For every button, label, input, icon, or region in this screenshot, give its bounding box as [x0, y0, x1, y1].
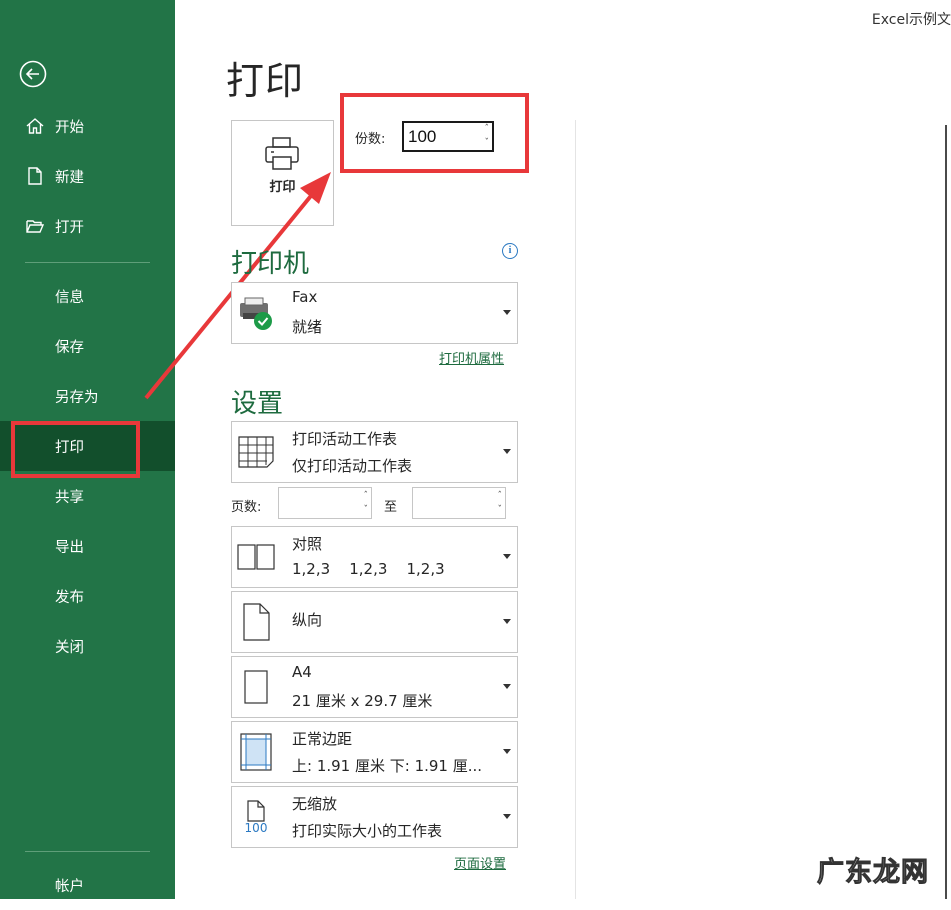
chevron-up-icon[interactable]: ˆ: [364, 492, 369, 501]
nav-close-label: 关闭: [55, 639, 84, 656]
chevron-up-icon[interactable]: ˆ: [498, 492, 503, 501]
printer-status: 就绪: [292, 318, 323, 336]
margins-label: 正常边距: [292, 730, 353, 748]
collation-dropdown[interactable]: 对照 1,2,3 1,2,3 1,2,3: [231, 526, 518, 588]
scaling-icon: 100: [236, 797, 276, 837]
copies-stepper[interactable]: ˆ ˇ: [402, 121, 494, 152]
printer-icon: [265, 137, 299, 170]
pages-label: 页数:: [231, 500, 262, 515]
back-button[interactable]: [18, 59, 48, 89]
nav-save-as[interactable]: 另存为: [0, 371, 175, 421]
nav-new[interactable]: 新建: [0, 151, 175, 201]
nav-save-as-label: 另存为: [55, 389, 99, 406]
orientation-label: 纵向: [292, 611, 323, 629]
print-what-desc: 仅打印活动工作表: [292, 457, 413, 475]
chevron-down-icon[interactable]: ˇ: [364, 506, 369, 515]
pages-to-stepper[interactable]: ˆ ˇ: [412, 487, 506, 519]
nav-publish-label: 发布: [55, 589, 84, 606]
sidebar-divider-bottom: [25, 851, 150, 852]
nav-info[interactable]: 信息: [0, 271, 175, 321]
printer-properties-link[interactable]: 打印机属性: [439, 348, 504, 367]
chevron-down-icon: [503, 554, 511, 559]
nav-save-label: 保存: [55, 339, 84, 356]
sheet-grid-icon: [236, 432, 276, 472]
pages-to-input[interactable]: [417, 494, 491, 514]
nav-save[interactable]: 保存: [0, 321, 175, 371]
print-what-dropdown[interactable]: 打印活动工作表 仅打印活动工作表: [231, 421, 518, 483]
nav-home[interactable]: 开始: [0, 101, 175, 151]
info-icon[interactable]: i: [502, 243, 518, 259]
nav-export[interactable]: 导出: [0, 521, 175, 571]
window-title: Excel示例文: [871, 12, 951, 28]
scaling-icon-text: 100: [244, 820, 268, 835]
printer-dropdown[interactable]: Fax 就绪: [231, 282, 518, 344]
nav-print[interactable]: 打印: [0, 421, 175, 471]
chevron-up-icon[interactable]: ˆ: [485, 125, 490, 134]
printer-heading: 打印机: [231, 249, 310, 279]
nav-info-label: 信息: [55, 289, 84, 306]
nav-new-label: 新建: [55, 169, 84, 186]
chevron-down-icon[interactable]: ˇ: [485, 139, 490, 148]
nav-export-label: 导出: [55, 539, 84, 556]
chevron-down-icon: [503, 814, 511, 819]
paper-size-desc: 21 厘米 x 29.7 厘米: [292, 692, 433, 710]
chevron-down-icon: [503, 749, 511, 754]
copies-input[interactable]: [408, 127, 470, 147]
nav-home-label: 开始: [55, 119, 84, 136]
nav-publish[interactable]: 发布: [0, 571, 175, 621]
print-what-label: 打印活动工作表: [292, 430, 398, 448]
copies-label: 份数:: [355, 132, 386, 147]
nav-share[interactable]: 共享: [0, 471, 175, 521]
nav-print-label: 打印: [55, 439, 84, 456]
collation-label: 对照: [292, 535, 323, 553]
nav-close[interactable]: 关闭: [0, 621, 175, 671]
folder-open-icon: [23, 214, 47, 238]
chevron-down-icon: [503, 684, 511, 689]
pages-to-label: 至: [384, 500, 398, 515]
back-arrow-icon: [19, 60, 47, 88]
portrait-page-icon: [236, 602, 276, 642]
new-file-icon: [23, 164, 47, 188]
fax-printer-icon: [236, 293, 276, 333]
collated-pages-icon: [236, 537, 276, 577]
chevron-down-icon: [503, 619, 511, 624]
scaling-desc: 打印实际大小的工作表: [292, 822, 443, 840]
collation-desc: 1,2,3 1,2,3 1,2,3: [292, 560, 445, 578]
chevron-down-icon: [503, 310, 511, 315]
preview-page-edge: [945, 125, 947, 899]
scaling-dropdown[interactable]: 100 无缩放 打印实际大小的工作表: [231, 786, 518, 848]
print-button[interactable]: 打印: [231, 120, 334, 226]
settings-heading: 设置: [231, 389, 284, 419]
nav-open-label: 打开: [55, 219, 84, 236]
chevron-down-icon[interactable]: ˇ: [498, 506, 503, 515]
scaling-label: 无缩放: [292, 795, 338, 813]
sidebar-divider: [25, 262, 150, 263]
margins-dropdown[interactable]: 正常边距 上: 1.91 厘米 下: 1.91 厘...: [231, 721, 518, 783]
margins-icon: [236, 732, 276, 772]
paper-size-icon: [236, 667, 276, 707]
page-setup-link[interactable]: 页面设置: [454, 853, 506, 872]
watermark: 广东龙网: [817, 857, 929, 889]
chevron-down-icon: [503, 449, 511, 454]
nav-account-label: 帐户: [55, 878, 84, 895]
preview-separator: [575, 120, 576, 899]
paper-size-label: A4: [292, 663, 312, 681]
print-button-label: 打印: [269, 180, 296, 195]
margins-desc: 上: 1.91 厘米 下: 1.91 厘...: [292, 757, 483, 775]
pages-from-stepper[interactable]: ˆ ˇ: [278, 487, 372, 519]
page-title: 打印: [226, 59, 305, 103]
home-icon: [23, 114, 47, 138]
pages-from-input[interactable]: [283, 494, 357, 514]
nav-open[interactable]: 打开: [0, 201, 175, 251]
nav-account[interactable]: 帐户: [0, 860, 175, 910]
backstage-sidebar: 开始 新建 打开 信息 保存 另存为 打印 共享 导出 发布 关闭 帐户: [0, 0, 175, 899]
printer-name: Fax: [292, 288, 318, 306]
orientation-dropdown[interactable]: 纵向: [231, 591, 518, 653]
nav-share-label: 共享: [55, 489, 84, 506]
paper-size-dropdown[interactable]: A4 21 厘米 x 29.7 厘米: [231, 656, 518, 718]
